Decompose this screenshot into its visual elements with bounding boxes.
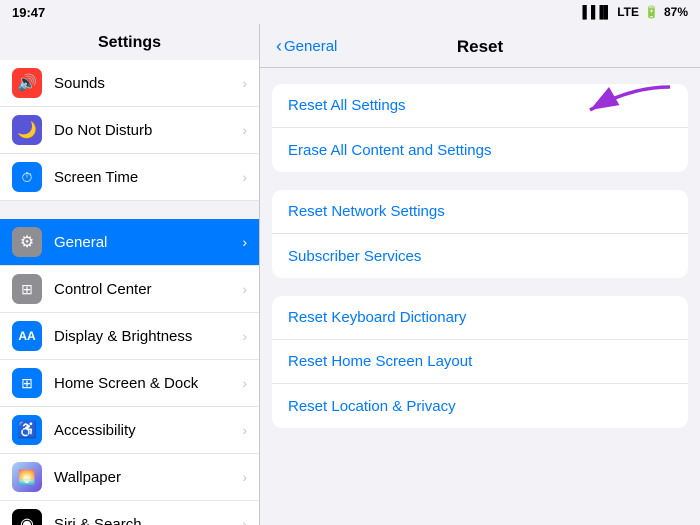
chevron-icon: › [242, 281, 247, 297]
reset-home-screen-label: Reset Home Screen Layout [288, 353, 672, 370]
reset-keyboard-label: Reset Keyboard Dictionary [288, 309, 672, 326]
sidebar-title: Settings [0, 24, 259, 60]
control-center-icon: ⊞ [12, 274, 42, 304]
reset-home-screen-row[interactable]: Reset Home Screen Layout [272, 340, 688, 384]
accessibility-label: Accessibility [54, 422, 242, 439]
reset-all-settings-label: Reset All Settings [288, 97, 672, 114]
settings-group-2: Reset Network Settings Subscriber Servic… [272, 190, 688, 278]
sidebar-item-siri-search[interactable]: ◉ Siri & Search › [0, 501, 259, 525]
sidebar-item-display-brightness[interactable]: AA Display & Brightness › [0, 313, 259, 360]
general-icon: ⚙ [12, 227, 42, 257]
separator [0, 201, 259, 219]
sounds-icon: 🔊 [12, 68, 42, 98]
screen-time-label: Screen Time [54, 169, 242, 186]
chevron-icon: › [242, 75, 247, 91]
sidebar-item-general[interactable]: ⚙ General › [0, 219, 259, 266]
erase-all-content-label: Erase All Content and Settings [288, 142, 672, 159]
sidebar-item-sounds[interactable]: 🔊 Sounds › [0, 60, 259, 107]
lte-label: LTE [617, 5, 639, 19]
do-not-disturb-label: Do Not Disturb [54, 122, 242, 139]
chevron-icon: › [242, 169, 247, 185]
control-center-label: Control Center [54, 281, 242, 298]
chevron-icon: › [242, 328, 247, 344]
sidebar-item-do-not-disturb[interactable]: 🌙 Do Not Disturb › [0, 107, 259, 154]
subscriber-services-row[interactable]: Subscriber Services [272, 234, 688, 278]
reset-location-privacy-row[interactable]: Reset Location & Privacy [272, 384, 688, 428]
reset-location-privacy-label: Reset Location & Privacy [288, 398, 672, 415]
sidebar-item-home-screen[interactable]: ⊞ Home Screen & Dock › [0, 360, 259, 407]
reset-network-row[interactable]: Reset Network Settings [272, 190, 688, 234]
subscriber-services-label: Subscriber Services [288, 248, 672, 265]
accessibility-icon: ♿ [12, 415, 42, 445]
back-button[interactable]: ‹ General [276, 36, 337, 57]
chevron-icon: › [242, 122, 247, 138]
sidebar-item-accessibility[interactable]: ♿ Accessibility › [0, 407, 259, 454]
signal-icon: ▐▐▐▌ [578, 5, 612, 19]
reset-keyboard-row[interactable]: Reset Keyboard Dictionary [272, 296, 688, 340]
display-brightness-icon: AA [12, 321, 42, 351]
settings-group-3: Reset Keyboard Dictionary Reset Home Scr… [272, 296, 688, 428]
main-layout: Settings 🔊 Sounds › 🌙 Do Not Disturb › ⏱… [0, 24, 700, 525]
battery-level: 87% [664, 5, 688, 19]
sidebar-item-wallpaper[interactable]: 🌅 Wallpaper › [0, 454, 259, 501]
home-screen-label: Home Screen & Dock [54, 375, 242, 392]
back-chevron-icon: ‹ [276, 36, 282, 57]
sounds-label: Sounds [54, 75, 242, 92]
sidebar-item-screen-time[interactable]: ⏱ Screen Time › [0, 154, 259, 201]
general-label: General [54, 234, 242, 251]
chevron-icon: › [242, 422, 247, 438]
right-panel: ‹ General Reset [260, 24, 700, 525]
status-right: ▐▐▐▌ LTE 🔋 87% [578, 5, 688, 19]
home-screen-icon: ⊞ [12, 368, 42, 398]
battery-icon: 🔋 [644, 5, 659, 19]
chevron-icon: › [242, 375, 247, 391]
display-brightness-label: Display & Brightness [54, 328, 242, 345]
siri-search-label: Siri & Search [54, 516, 242, 525]
wallpaper-label: Wallpaper [54, 469, 242, 486]
settings-group-1: Reset All Settings Erase All Content and… [272, 84, 688, 172]
sidebar: Settings 🔊 Sounds › 🌙 Do Not Disturb › ⏱… [0, 24, 260, 525]
reset-network-label: Reset Network Settings [288, 203, 672, 220]
nav-title: Reset [457, 37, 503, 57]
chevron-icon: › [242, 516, 247, 525]
status-bar: 19:47 ▐▐▐▌ LTE 🔋 87% [0, 0, 700, 24]
settings-content: Reset All Settings Erase All Content and… [260, 68, 700, 462]
do-not-disturb-icon: 🌙 [12, 115, 42, 145]
status-time: 19:47 [12, 5, 45, 20]
screen-time-icon: ⏱ [12, 162, 42, 192]
siri-icon: ◉ [12, 509, 42, 525]
erase-all-content-row[interactable]: Erase All Content and Settings [272, 128, 688, 172]
reset-all-settings-row[interactable]: Reset All Settings [272, 84, 688, 128]
chevron-icon: › [242, 469, 247, 485]
wallpaper-icon: 🌅 [12, 462, 42, 492]
back-label: General [284, 38, 337, 55]
nav-header: ‹ General Reset [260, 24, 700, 68]
sidebar-item-control-center[interactable]: ⊞ Control Center › [0, 266, 259, 313]
chevron-icon: › [242, 234, 247, 250]
